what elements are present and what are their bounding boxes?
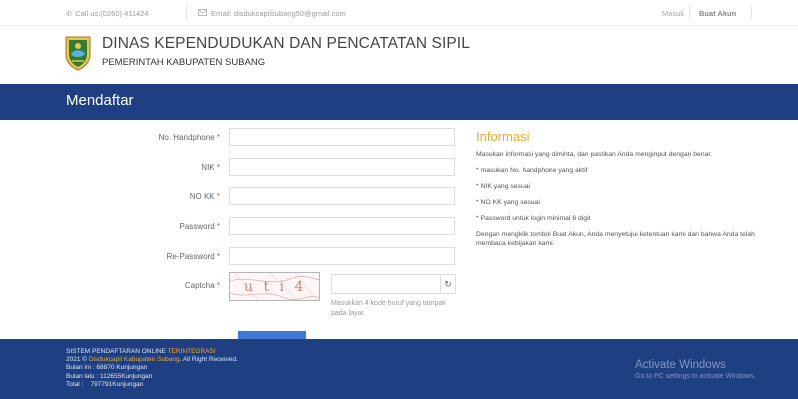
- info-title: Informasi: [476, 129, 530, 144]
- visit-stat-month: Bulan ini : 68870 Kunjungan: [66, 364, 148, 372]
- watermark-title: Activate Windows: [635, 359, 726, 371]
- activation-watermark: Activate Windows Go to PC settings to ac…: [635, 359, 756, 380]
- footer: SISTEM PENDAFTARAN ONLINE TERINTEGRASI 2…: [0, 339, 798, 399]
- no-kk-label: NO KK *: [189, 192, 220, 201]
- captcha-label: Captcha *: [184, 281, 220, 290]
- top-bar: ✆ Call us:(0260) 411424 Email: disdukcap…: [0, 0, 798, 26]
- visit-stat-last-month: Bulan lalu : 112655Kunjungan: [66, 372, 153, 380]
- refresh-icon: ↻: [444, 278, 452, 289]
- nik-input[interactable]: [229, 158, 455, 176]
- divider: [751, 6, 752, 19]
- nik-label: NIK *: [201, 163, 220, 172]
- footer-system: SISTEM PENDAFTARAN ONLINE TERINTEGRASI: [66, 348, 216, 355]
- captcha-input[interactable]: [331, 274, 441, 294]
- mail-icon: [198, 9, 207, 18]
- info-intro: Masukan informasi yang diminta, dan past…: [476, 151, 713, 158]
- captcha-image: u t i 4: [229, 272, 320, 301]
- site-brand[interactable]: DINAS KEPENDUDUKAN DAN PENCATATAN SIPIL …: [64, 35, 470, 71]
- refresh-captcha-button[interactable]: ↻: [441, 274, 456, 294]
- handphone-input[interactable]: [229, 128, 455, 146]
- info-item: * Password untuk login minimal 6 digit: [476, 215, 591, 222]
- contact-email: Email: disdukcapilsubang50@gmail.com: [198, 9, 346, 18]
- password-input[interactable]: [229, 217, 455, 235]
- footer-copyright: 2021 © Disdukcapil Kabupaten Subang. All…: [66, 356, 238, 364]
- contact-phone: ✆ Call us:(0260) 411424: [66, 9, 149, 18]
- login-link[interactable]: Masuk: [662, 9, 684, 18]
- footer-system-tag: TERINTEGRASI: [167, 348, 216, 355]
- re-password-label: Re-Password *: [166, 252, 220, 261]
- page-title: Mendaftar: [66, 92, 134, 109]
- phone-icon: ✆: [66, 9, 73, 18]
- page-banner: Mendaftar: [0, 84, 798, 120]
- footer-org-link[interactable]: Disdukcapil Kabupaten Subang: [89, 356, 180, 363]
- shield-logo-icon: [65, 36, 91, 71]
- info-outro: Dengan mengklik tombol Buat Akun, Anda m…: [476, 231, 755, 247]
- info-item: * masukan No. handphone yang aktif: [476, 167, 588, 174]
- handphone-label: No. Handphone *: [158, 133, 220, 142]
- no-kk-input[interactable]: [229, 187, 455, 205]
- info-item: * NO KK yang sesuai: [476, 199, 540, 206]
- watermark-subtitle: Go to PC settings to activate Windows.: [635, 373, 756, 380]
- site-subtitle: PEMERINTAH KABUPATEN SUBANG: [102, 57, 266, 68]
- captcha-text: u t i 4: [244, 279, 307, 295]
- info-item: * NIK yang sesuai: [476, 183, 531, 190]
- re-password-input[interactable]: [229, 247, 455, 265]
- create-account-button[interactable]: [238, 331, 306, 339]
- signup-link[interactable]: Buat Akun: [699, 9, 736, 18]
- visit-stat-total: Total : 797791Kunjungan: [66, 380, 144, 388]
- email-text: Email: disdukcapilsubang50@gmail.com: [211, 9, 346, 18]
- divider: [689, 6, 690, 19]
- divider: [186, 6, 187, 19]
- info-panel: Informasi Masukan informasi yang diminta…: [476, 129, 766, 255]
- phone-text: Call us:(0260) 411424: [75, 9, 149, 18]
- password-label: Password *: [179, 222, 220, 231]
- site-title: DINAS KEPENDUDUKAN DAN PENCATATAN SIPIL: [102, 35, 470, 52]
- captcha-hint: Masukkan 4 kode huruf yang tampak pada l…: [331, 300, 446, 317]
